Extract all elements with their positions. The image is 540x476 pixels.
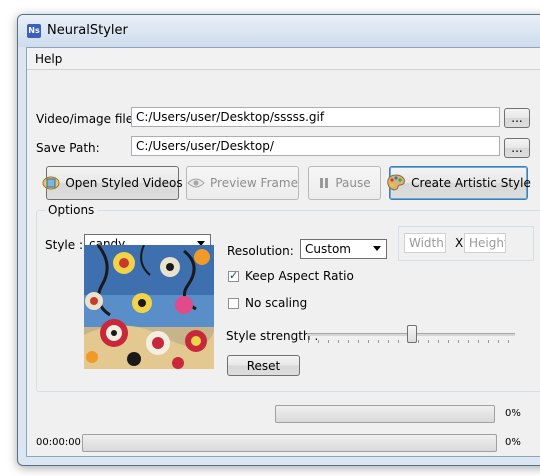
open-styled-videos-label: Open Styled Videos bbox=[65, 176, 183, 190]
keep-aspect-label[interactable]: Keep Aspect Ratio bbox=[245, 269, 354, 283]
height-input[interactable]: Height bbox=[464, 233, 506, 253]
chevron-down-icon bbox=[373, 246, 381, 251]
pause-icon bbox=[318, 177, 330, 189]
title-bar[interactable]: Ns NeuralStyler bbox=[18, 15, 540, 47]
browse-save-button[interactable]: ... bbox=[504, 138, 530, 158]
video-file-label: Video/image file: bbox=[36, 112, 138, 126]
palette-icon bbox=[386, 174, 406, 192]
resolution-select[interactable]: Custom bbox=[300, 239, 387, 259]
app-icon: Ns bbox=[27, 24, 41, 38]
keep-aspect-checkbox[interactable]: ✓ bbox=[228, 269, 239, 282]
pause-button[interactable]: Pause bbox=[308, 166, 381, 200]
videos-icon bbox=[42, 175, 60, 191]
menu-bar: Help bbox=[27, 48, 540, 70]
frame-progress-bar bbox=[275, 405, 495, 423]
checkmark-icon: ✓ bbox=[229, 269, 239, 282]
app-window: Ns NeuralStyler Help Video/image file: C… bbox=[17, 14, 540, 466]
browse-video-button[interactable]: ... bbox=[504, 108, 530, 128]
style-label: Style : bbox=[45, 238, 83, 252]
menu-help[interactable]: Help bbox=[35, 52, 62, 66]
total-progress-percent: 0% bbox=[505, 437, 521, 448]
resolution-label: Resolution: bbox=[227, 244, 294, 258]
open-styled-videos-button[interactable]: Open Styled Videos bbox=[42, 166, 183, 200]
options-group-title: Options bbox=[45, 203, 98, 217]
width-input[interactable]: Width bbox=[404, 233, 446, 253]
save-path-label: Save Path: bbox=[36, 141, 100, 155]
resolution-select-value: Custom bbox=[305, 242, 351, 256]
pause-label: Pause bbox=[335, 176, 371, 190]
total-progress-bar bbox=[82, 434, 497, 452]
frame-progress-percent: 0% bbox=[505, 408, 521, 419]
style-strength-thumb[interactable] bbox=[407, 325, 417, 343]
no-scaling-label[interactable]: No scaling bbox=[245, 296, 307, 310]
style-strength-label: Style strength : bbox=[226, 329, 319, 343]
video-file-input[interactable]: C:/Users/user/Desktop/sssss.gif bbox=[131, 107, 500, 127]
preview-frame-button[interactable]: Preview Frame bbox=[186, 166, 299, 200]
size-separator: X bbox=[455, 236, 464, 250]
no-scaling-checkbox[interactable] bbox=[228, 298, 239, 309]
eye-icon bbox=[187, 177, 205, 189]
elapsed-time: 00:00:00 bbox=[36, 437, 81, 448]
style-preview-image bbox=[84, 245, 214, 369]
preview-frame-label: Preview Frame bbox=[210, 176, 298, 190]
reset-button[interactable]: Reset bbox=[227, 355, 300, 376]
create-artistic-style-button[interactable]: Create Artistic Style bbox=[386, 166, 531, 200]
window-title: NeuralStyler bbox=[47, 23, 128, 38]
create-artistic-style-label: Create Artistic Style bbox=[411, 176, 531, 190]
client-area: Help Video/image file: C:/Users/user/Des… bbox=[26, 47, 540, 457]
save-path-input[interactable]: C:/Users/user/Desktop/ bbox=[131, 136, 500, 156]
